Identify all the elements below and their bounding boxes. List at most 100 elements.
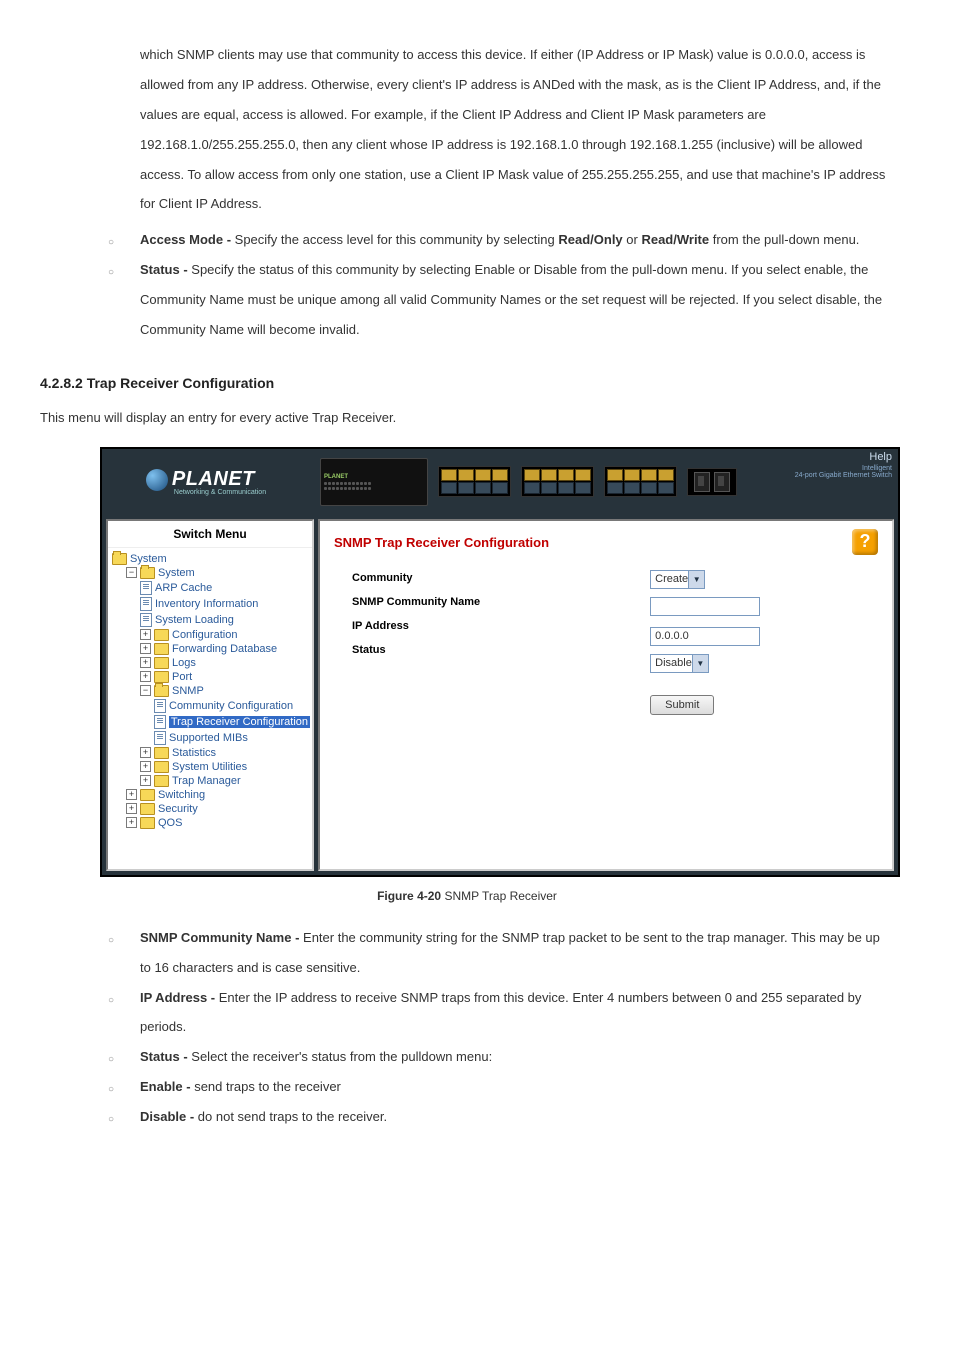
tree-label: Statistics [172, 747, 216, 759]
select-value: Create [655, 573, 688, 585]
ip-address-input[interactable]: 0.0.0.0 [650, 627, 760, 646]
status-desc-text: Select the receiver's status from the pu… [188, 1049, 493, 1064]
tree-root-system[interactable]: System [112, 552, 310, 566]
snmp-community-name-label: SNMP Community Name - [140, 930, 299, 945]
folder-icon [140, 803, 155, 815]
help-link[interactable]: Help [795, 451, 892, 463]
bullet-icon: ○ [108, 1072, 140, 1101]
expand-icon[interactable]: + [126, 803, 137, 814]
enable-label: Enable - [140, 1079, 191, 1094]
content-panel: ? SNMP Trap Receiver Configuration Commu… [318, 519, 894, 871]
community-name-input[interactable] [650, 597, 760, 616]
expand-icon[interactable]: + [126, 789, 137, 800]
tree-port[interactable]: +Port [112, 670, 310, 684]
ip-address-text: Enter the IP address to receive SNMP tra… [140, 990, 861, 1035]
bullet-icon: ○ [108, 255, 140, 284]
screenshot-header: PLANET Networking & Communication PLANET [102, 449, 898, 515]
tree-label: Trap Manager [172, 775, 241, 787]
status-label: Status - [140, 262, 188, 277]
page-icon [154, 731, 166, 745]
page-icon [140, 613, 152, 627]
bullet-access-mode: Access Mode - Specify the access level f… [140, 225, 894, 255]
tree-security[interactable]: +Security [112, 802, 310, 816]
expand-icon[interactable]: + [126, 817, 137, 828]
label-ip-address: IP Address [352, 614, 480, 638]
access-mode-text-b: from the pull-down menu. [709, 232, 859, 247]
tree-label: System [130, 553, 167, 565]
chevron-down-icon: ▼ [692, 655, 708, 672]
tree-snmp[interactable]: − SNMP [112, 684, 310, 698]
expand-icon[interactable]: + [140, 629, 151, 640]
community-select[interactable]: Create▼ [650, 570, 705, 589]
expand-icon[interactable]: + [140, 643, 151, 654]
tree-statistics[interactable]: + Statistics [112, 746, 310, 760]
content-title: SNMP Trap Receiver Configuration [334, 535, 878, 550]
tree-switching[interactable]: +Switching [112, 788, 310, 802]
tree-label: System Utilities [172, 761, 247, 773]
expand-icon[interactable]: + [140, 657, 151, 668]
tree-label: Forwarding Database [172, 643, 277, 655]
folder-icon [154, 657, 169, 669]
tree-label: QOS [158, 817, 182, 829]
collapse-icon[interactable]: − [126, 567, 137, 578]
figure-caption: Figure 4-20 SNMP Trap Receiver [40, 889, 894, 903]
tree-supported-mibs[interactable]: Supported MIBs [112, 730, 310, 746]
device-image: PLANET [310, 449, 898, 515]
access-mode-text-a: Specify the access level for this commun… [231, 232, 558, 247]
expand-icon[interactable]: + [140, 761, 151, 772]
bullet-ip-address: IP Address - Enter the IP address to rec… [140, 983, 894, 1043]
section-intro: This menu will display an entry for ever… [40, 403, 894, 433]
globe-icon [146, 469, 168, 491]
tree-forwarding-db[interactable]: + Forwarding Database [112, 642, 310, 656]
tree-title: Switch Menu [108, 521, 312, 548]
bullet-icon: ○ [108, 1102, 140, 1131]
tree-configuration[interactable]: + Configuration [112, 628, 310, 642]
folder-icon [154, 761, 169, 773]
bullet-icon: ○ [108, 923, 140, 952]
tree-arp-cache[interactable]: ARP Cache [112, 580, 310, 596]
tree-system-utilities[interactable]: + System Utilities [112, 760, 310, 774]
page-icon [140, 597, 152, 611]
figure-prefix: Figure 4-20 [377, 889, 441, 903]
folder-icon [154, 747, 169, 759]
tree-logs[interactable]: + Logs [112, 656, 310, 670]
tree-system-folder[interactable]: −System [112, 566, 310, 580]
help-icon[interactable]: ? [852, 529, 878, 555]
folder-icon [140, 817, 155, 829]
device-ports-3 [604, 466, 677, 497]
folder-icon [140, 789, 155, 801]
bullet-enable: Enable - send traps to the receiver [140, 1072, 894, 1102]
or-text: or [623, 232, 642, 247]
tree-label: SNMP [172, 685, 204, 697]
select-value: Disable [655, 657, 692, 669]
folder-icon [154, 775, 169, 787]
label-community: Community [352, 566, 480, 590]
collapse-icon[interactable]: − [140, 685, 151, 696]
folder-open-icon [140, 567, 155, 579]
tree-trap-manager[interactable]: + Trap Manager [112, 774, 310, 788]
tree-qos[interactable]: + QOS [112, 816, 310, 830]
page-icon [154, 699, 166, 713]
expand-icon[interactable]: + [140, 775, 151, 786]
nav-tree-panel: Switch Menu System −System ARP Cache Inv… [106, 519, 314, 871]
folder-icon [154, 629, 169, 641]
tree-label: System Loading [155, 614, 234, 626]
tree-label-selected: Trap Receiver Configuration [169, 716, 310, 728]
tree-label: Logs [172, 657, 196, 669]
bullet-disable: Disable - do not send traps to the recei… [140, 1102, 894, 1132]
label-status: Status [352, 638, 480, 662]
expand-icon[interactable]: + [140, 671, 151, 682]
read-write-option: Read/Write [641, 232, 709, 247]
tree-system-loading[interactable]: System Loading [112, 612, 310, 628]
tree-inventory[interactable]: Inventory Information [112, 596, 310, 612]
bullet-icon: ○ [108, 225, 140, 254]
tree-community-config[interactable]: Community Configuration [112, 698, 310, 714]
tree-trap-receiver-config[interactable]: Trap Receiver Configuration [112, 714, 310, 730]
tree-label: Configuration [172, 629, 237, 641]
expand-icon[interactable]: + [140, 747, 151, 758]
page-icon [154, 715, 166, 729]
enable-text: send traps to the receiver [191, 1079, 341, 1094]
status-text: Specify the status of this community by … [140, 262, 882, 337]
status-select[interactable]: Disable▼ [650, 654, 709, 673]
submit-button[interactable]: Submit [650, 695, 714, 715]
